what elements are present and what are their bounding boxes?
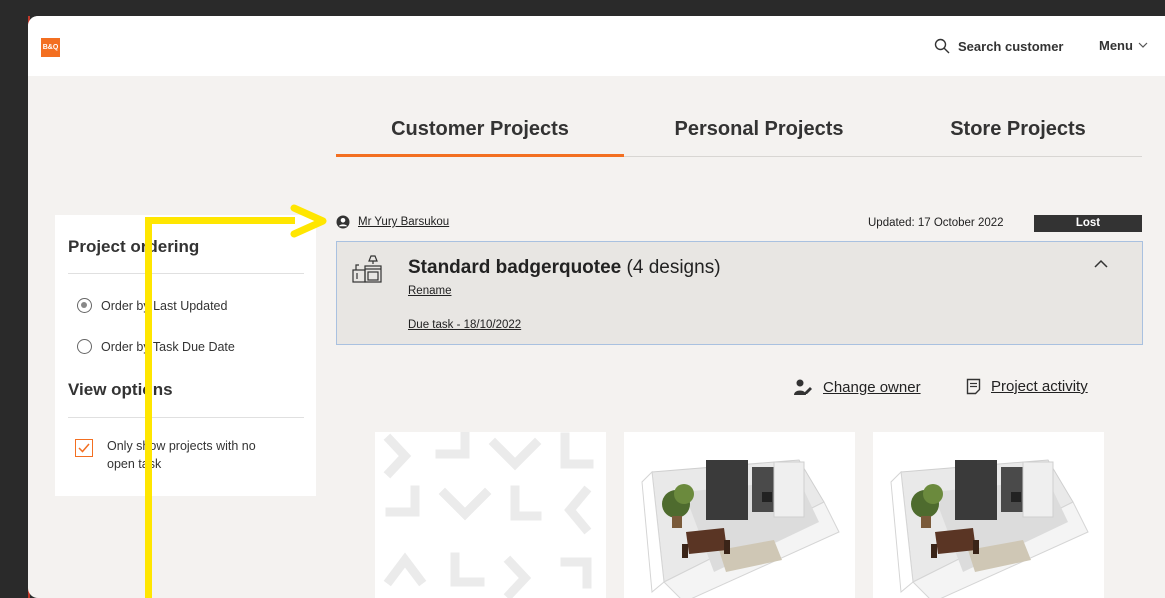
kitchen-render-image xyxy=(890,459,1089,598)
no-open-task-label: Only show projects with no open task xyxy=(107,439,256,471)
top-bar: B&Q Search customer Menu xyxy=(28,16,1165,76)
search-icon xyxy=(934,38,950,54)
annotation-arrow-line xyxy=(145,217,295,224)
design-placeholder-thumbnail[interactable] xyxy=(375,432,606,598)
change-owner-label: Change owner xyxy=(823,378,921,396)
checkbox-checked[interactable] xyxy=(75,439,93,457)
customer-name: Mr Yury Barsukou xyxy=(358,216,450,228)
order-by-due-date-option[interactable]: Order by Task Due Date xyxy=(77,339,235,354)
design-thumbnail[interactable] xyxy=(873,432,1104,598)
project-activity-label: Project activity xyxy=(991,378,1088,395)
rename-link[interactable]: Rename xyxy=(408,285,451,297)
collapse-chevron-icon[interactable] xyxy=(1093,256,1109,272)
design-thumbnail[interactable] xyxy=(624,432,855,598)
kitchen-render-image xyxy=(641,459,840,598)
radio-selected[interactable] xyxy=(77,298,92,313)
app-window: B&Q Search customer Menu Customer Projec… xyxy=(28,16,1165,598)
change-owner-button[interactable]: Change owner xyxy=(793,378,921,396)
project-tabs: Customer Projects Personal Projects Stor… xyxy=(336,112,1142,157)
menu-label: Menu xyxy=(1099,38,1133,53)
tab-customer-projects[interactable]: Customer Projects xyxy=(336,112,624,157)
designs-count: (4 designs) xyxy=(626,257,721,278)
search-customer-label: Search customer xyxy=(958,38,1064,54)
tab-personal-projects[interactable]: Personal Projects xyxy=(624,112,894,157)
annotation-arrow-head-icon xyxy=(290,204,327,238)
project-header-row: Mr Yury Barsukou Updated: 17 October 202… xyxy=(336,215,1142,235)
radio-unselected[interactable] xyxy=(77,339,92,354)
menu-button[interactable]: Menu xyxy=(1099,38,1148,53)
user-circle-icon xyxy=(336,215,350,229)
brand-logo[interactable]: B&Q xyxy=(41,38,60,57)
order-by-last-updated-label: Order by Last Updated xyxy=(101,298,228,313)
search-customer-button[interactable]: Search customer xyxy=(934,38,1064,54)
chevron-down-icon xyxy=(1138,42,1148,48)
document-icon xyxy=(966,378,981,395)
divider xyxy=(68,273,304,274)
project-card: Standard badgerquotee (4 designs) Rename… xyxy=(336,241,1143,345)
change-owner-icon xyxy=(794,379,812,395)
view-options-heading: View options xyxy=(68,380,173,399)
status-badge: Lost xyxy=(1034,215,1142,232)
kitchen-icon xyxy=(352,255,382,283)
project-name: Standard badgerquotee xyxy=(408,257,622,278)
due-task-link[interactable]: Due task - 18/10/2022 xyxy=(408,319,521,331)
checkmark-icon xyxy=(78,443,90,453)
project-ordering-heading: Project ordering xyxy=(68,237,200,256)
project-title: Standard badgerquotee (4 designs) xyxy=(408,257,721,279)
project-activity-button[interactable]: Project activity xyxy=(966,378,1088,395)
order-by-last-updated-option[interactable]: Order by Last Updated xyxy=(77,298,227,313)
divider xyxy=(68,417,304,418)
customer-owner-link[interactable]: Mr Yury Barsukou xyxy=(336,215,449,229)
no-open-task-filter[interactable]: Only show projects with no open task xyxy=(75,437,277,473)
placeholder-pattern-icon xyxy=(383,432,594,598)
updated-date: Updated: 17 October 2022 xyxy=(868,217,1004,229)
tab-store-projects[interactable]: Store Projects xyxy=(894,112,1142,157)
filter-sidebar: Project ordering Order by Last Updated O… xyxy=(55,215,316,496)
order-by-due-date-label: Order by Task Due Date xyxy=(101,339,235,354)
annotation-arrow-line xyxy=(145,217,152,598)
